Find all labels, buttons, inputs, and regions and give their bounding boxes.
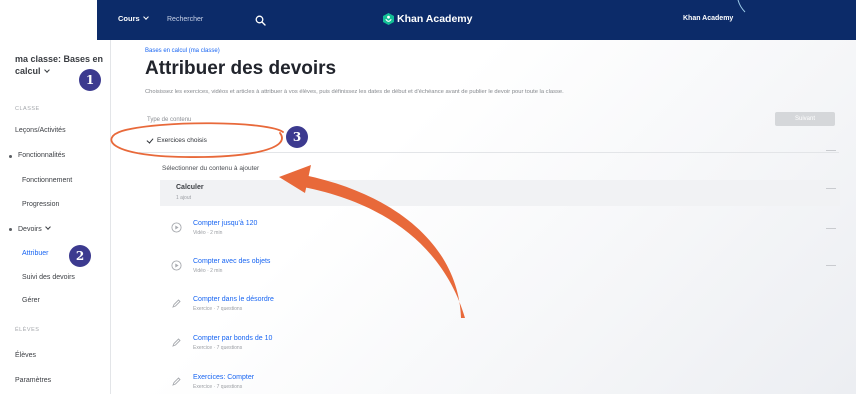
unit-meta: 1 ajout: [176, 195, 192, 201]
logo-text: Khan Academy: [397, 13, 473, 25]
collapse-icon[interactable]: [826, 265, 836, 266]
content-item-meta: Exercice · 7 questions: [193, 384, 243, 390]
khan-academy-logo[interactable]: Khan Academy: [383, 12, 472, 26]
content-item-title[interactable]: Exercices: Compter: [193, 374, 254, 381]
content-item[interactable]: Exercices: Compter Exercice · 7 question…: [169, 374, 829, 394]
content-item-title[interactable]: Compter dans le désordre: [193, 296, 274, 303]
exercise-icon: [172, 377, 181, 386]
chevron-down-icon: [142, 14, 149, 20]
collapse-icon[interactable]: [826, 188, 836, 189]
content-item[interactable]: Compter jusqu'à 120 Vidéo · 2 min: [169, 220, 829, 240]
main-content: Bases en calcul (ma classe) Attribuer de…: [111, 40, 856, 394]
video-icon: [171, 260, 182, 271]
content-type-label: Type de contenu: [147, 117, 192, 123]
search-input[interactable]: Rechercher: [167, 12, 247, 27]
sidebar-item-reports-2[interactable]: Progression: [22, 201, 59, 208]
content-item-meta: Vidéo · 2 min: [193, 230, 223, 236]
annotation-badge-3: 3: [286, 126, 308, 148]
collapse-icon[interactable]: [826, 150, 836, 151]
account-label: Khan Academy: [683, 15, 734, 22]
divider: [139, 152, 839, 153]
decorative-curve: [737, 0, 746, 13]
content-type-option[interactable]: Exercices choisis: [146, 135, 207, 144]
breadcrumb[interactable]: Bases en calcul (ma classe): [145, 48, 220, 54]
courses-label: Cours: [118, 14, 140, 23]
sidebar: ma classe: Bases en calcul Classe Leçons…: [0, 40, 111, 394]
exercise-icon: [172, 299, 181, 308]
sidebar-group-assignments-label: Devoirs: [18, 226, 42, 233]
page-subtitle: Choisissez les exercices, vidéos et arti…: [145, 89, 564, 95]
annotation-badge-2: 2: [69, 245, 91, 267]
bullet-icon: [9, 228, 12, 231]
content-item-meta: Exercice · 7 questions: [193, 306, 243, 312]
annotation-badge-1: 1: [79, 69, 101, 91]
content-item[interactable]: Compter dans le désordre Exercice · 7 qu…: [169, 296, 829, 316]
content-item-title[interactable]: Compter avec des objets: [193, 258, 270, 265]
content-type-option-label: Exercices choisis: [157, 137, 207, 144]
video-icon: [171, 222, 182, 233]
sidebar-item-reports-1[interactable]: Fonctionnement: [22, 177, 72, 184]
content-item-title[interactable]: Compter par bonds de 10: [193, 335, 272, 342]
content-item-meta: Exercice · 7 questions: [193, 345, 243, 351]
sidebar-item-manage[interactable]: Gérer: [22, 297, 40, 304]
courses-menu[interactable]: Cours: [118, 14, 149, 23]
page-title: Attribuer des devoirs: [145, 58, 337, 79]
sidebar-section-header-students: Élèves: [15, 327, 40, 333]
unit-row[interactable]: Calculer 1 ajout: [160, 180, 840, 206]
sidebar-item-assign[interactable]: Attribuer: [22, 250, 48, 257]
sidebar-group-reports[interactable]: Fonctionnalités: [18, 152, 65, 159]
chevron-down-icon: [44, 224, 51, 230]
collapse-icon[interactable]: [826, 228, 836, 229]
search-icon-glyph: [255, 15, 266, 26]
unit-title: Calculer: [176, 184, 204, 191]
search-placeholder: Rechercher: [167, 16, 204, 23]
sidebar-section-header-class: Classe: [15, 106, 40, 112]
sidebar-item-students[interactable]: Élèves: [15, 352, 36, 359]
account-menu[interactable]: Khan Academy: [683, 15, 733, 22]
content-item[interactable]: Compter avec des objets Vidéo · 2 min: [169, 258, 829, 278]
sidebar-item-activity[interactable]: Leçons/Activités: [15, 127, 66, 134]
sidebar-item-assignment-tracking[interactable]: Suivi des devoirs: [22, 274, 75, 281]
search-icon[interactable]: [255, 13, 266, 26]
khan-academy-leaf-icon: [383, 13, 394, 25]
next-button[interactable]: Suivant: [775, 112, 835, 126]
content-item-meta: Vidéo · 2 min: [193, 268, 223, 274]
select-content-prompt: Sélectionner du contenu à ajouter: [162, 165, 260, 172]
sidebar-group-assignments[interactable]: Devoirs: [18, 224, 51, 233]
sidebar-item-settings[interactable]: Paramètres: [15, 377, 51, 384]
exercise-icon: [172, 338, 181, 347]
content-item[interactable]: Compter par bonds de 10 Exercice · 7 que…: [169, 335, 829, 355]
content-item-title[interactable]: Compter jusqu'à 120: [193, 220, 257, 227]
chevron-down-icon: [43, 67, 50, 73]
bullet-icon: [9, 155, 12, 158]
check-icon: [146, 135, 154, 144]
